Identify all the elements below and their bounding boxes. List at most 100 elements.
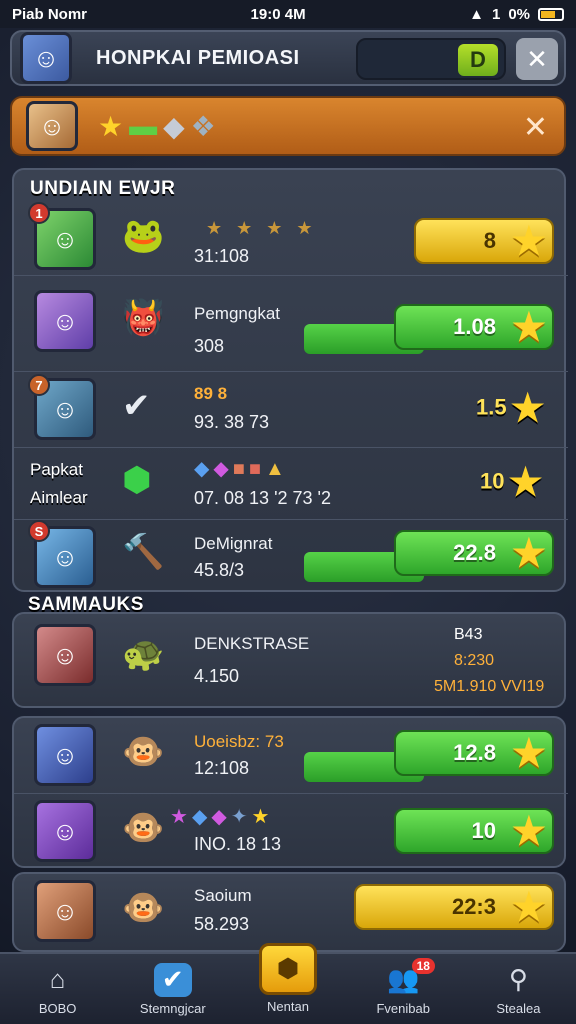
star-icon: ★ xyxy=(508,462,543,504)
gem-icon: ★ xyxy=(170,806,192,828)
stat-mid: 8:230 xyxy=(454,652,495,669)
gem-icon: ■ xyxy=(248,458,265,480)
rank-badge: S xyxy=(28,520,50,542)
score-value[interactable]: 1.5 ★ xyxy=(476,386,545,431)
notification-badge: 18 xyxy=(411,958,435,974)
avatar: ☺ xyxy=(34,880,96,942)
checkmark-icon: ✔ xyxy=(122,387,151,425)
nav-label: Nentan xyxy=(267,998,309,1014)
search-icon: ⚲ xyxy=(508,964,528,994)
banner-close-icon[interactable]: ✕ xyxy=(523,110,548,145)
row-name: DENKSTRASE xyxy=(194,634,310,653)
carrier-label: Piab Nomr xyxy=(12,5,88,23)
mascot-icon: 👹 xyxy=(122,299,165,337)
reward-banner[interactable]: ☺ ★ ▬ ◆ ❖ ✕ xyxy=(10,96,566,156)
star-icon: ★ xyxy=(98,110,124,142)
row-name: Saoium xyxy=(194,886,252,905)
row-value: 07. 08 13 '2 73 '2 xyxy=(194,488,331,508)
gem-icon: ◆ xyxy=(194,458,214,480)
list-item[interactable]: ☺ 👹 Pemgngkat 308 1.08 ★ xyxy=(14,276,568,372)
nav-label: Stealea xyxy=(496,1000,541,1016)
gem-icon: ◆ xyxy=(211,806,231,828)
avatar: ☺ xyxy=(34,290,96,352)
nav-friends[interactable]: 👥 18 Fvenibab xyxy=(346,954,461,1024)
dragon-icon: ❖ xyxy=(190,110,216,142)
status-bar: Piab Nomr 19:0 4M ▲ 1 0% xyxy=(0,0,576,28)
score-value[interactable]: 10 ★ xyxy=(480,460,543,505)
nav-search[interactable]: ⚲ Stealea xyxy=(461,954,576,1024)
rank-badge: 7 xyxy=(28,374,50,396)
close-icon[interactable]: ✕ xyxy=(516,38,558,80)
list-item[interactable]: ☺ S 🔨 DeMignrat 45.8/3 22.8 ★ xyxy=(14,520,568,592)
avatar: ☺ xyxy=(34,724,96,786)
side-label: Aimlear xyxy=(30,488,88,507)
star-icon: ★ xyxy=(511,887,546,929)
nav-label: BOBO xyxy=(38,1000,77,1016)
star-icon: ★ xyxy=(511,533,546,575)
gem-icon: ⬢ xyxy=(122,461,152,499)
score-button[interactable]: 12.8 ★ xyxy=(394,730,554,776)
score-button[interactable]: 10 ★ xyxy=(394,808,554,854)
gem-icon: ◆ xyxy=(213,458,233,480)
side-label: Papkat xyxy=(30,460,83,479)
list-item[interactable]: ☺ 7 ✔ 89 8 93. 38 73 1.5 ★ xyxy=(14,372,568,448)
banner-avatar: ☺ xyxy=(26,101,78,151)
list-item[interactable]: ☺ 🐵 Uoeisbz: 73 12:108 12.8 ★ xyxy=(14,718,568,794)
header-progress-bar: D xyxy=(356,38,506,80)
check-icon: ✔ xyxy=(153,962,192,997)
bottom-nav: ⌂ BOBO ✔ Stemngjcar ⬢ Nentan 👥 18 Fvenib… xyxy=(0,942,576,1024)
page-title: HONPKAI PEMIOASI xyxy=(96,46,300,69)
friends-panel: ☺ 🐵 Uoeisbz: 73 12:108 12.8 ★ ☺ 🐵 ★◆◆✦★ … xyxy=(12,716,568,868)
signal-value: 1 xyxy=(491,5,501,23)
gem-icon: ✦ xyxy=(230,806,252,828)
score-button[interactable]: 22.8 ★ xyxy=(394,530,554,576)
shield-icon: ⬢ xyxy=(259,942,317,995)
progress-cap: D xyxy=(458,44,498,76)
star-icon: ★ xyxy=(511,811,546,853)
gem-row: ◆◆■■▲ xyxy=(194,456,289,481)
signal-icon: ▲ xyxy=(469,5,484,23)
row-value: 93. 38 73 xyxy=(194,412,270,432)
star-icon: ★ xyxy=(511,221,546,263)
row-value: 4.150 xyxy=(194,666,240,686)
row-name: DeMignrat xyxy=(194,534,273,553)
gem-row: ★◆◆✦★ xyxy=(170,804,273,829)
mascot-icon: 🐵 xyxy=(122,889,165,927)
arrow-icon: ▬ xyxy=(129,110,158,141)
bottom-panel[interactable]: ☺ 🐵 Saoium 58.293 22:3 ★ xyxy=(12,872,566,952)
row-value: INO. 18 13 xyxy=(194,834,282,854)
nav-label: Stemngjcar xyxy=(139,1000,206,1016)
star-icon: ★ xyxy=(511,733,546,775)
rating-stars: ★★★★ xyxy=(206,218,327,238)
list-item[interactable]: ☺ 🐢 DENKSTRASE 4.150 B43 8:230 5M1.910 V… xyxy=(14,614,568,706)
gem-icon: ◆ xyxy=(191,806,212,828)
gem-icon: ■ xyxy=(232,458,249,480)
row-name: Uoeisbz: 73 xyxy=(194,732,284,751)
player-avatar[interactable]: ☺ xyxy=(20,32,72,84)
score-button[interactable]: 8 ★ xyxy=(414,218,554,264)
score-button[interactable]: 22:3 ★ xyxy=(354,884,554,930)
summary-panel[interactable]: ☺ 🐢 DENKSTRASE 4.150 B43 8:230 5M1.910 V… xyxy=(12,612,566,708)
nav-tasks[interactable]: ✔ Stemngjcar xyxy=(115,954,230,1024)
nav-main[interactable]: ⬢ Nentan xyxy=(230,942,345,1024)
header-bar: ☺ HONPKAI PEMIOASI D ✕ xyxy=(10,30,566,86)
tool-icon: 🔨 xyxy=(122,533,165,571)
stat-top: B43 xyxy=(454,626,483,643)
row-value: 31:108 xyxy=(194,246,250,266)
mascot-icon: 🐵 xyxy=(122,733,165,771)
row-value: 45.8/3 xyxy=(194,560,245,580)
list-item[interactable]: ⬢ ◆◆■■▲ 07. 08 13 '2 73 '2 10 ★ xyxy=(14,448,568,520)
avatar: ☺ xyxy=(34,800,96,862)
mascot-icon: 🐸 xyxy=(122,217,165,255)
score-button[interactable]: 1.08 ★ xyxy=(394,304,554,350)
home-icon: ⌂ xyxy=(49,964,66,994)
gem-icon: ▲ xyxy=(264,458,289,480)
row-value: 58.293 xyxy=(194,914,250,934)
list-item[interactable]: ☺ 🐵 ★◆◆✦★ INO. 18 13 10 ★ xyxy=(14,794,568,868)
stat-bottom: 5M1.910 VVI19 xyxy=(434,678,545,695)
leaderboard-panel: UNDIAIN EWJR ☺ 1 🐸 ★★★★ 31:108 8 ★ ☺ 👹 P… xyxy=(12,168,568,592)
list-item[interactable]: ☺ 1 🐸 ★★★★ 31:108 8 ★ xyxy=(14,202,568,276)
avatar: ☺ xyxy=(34,624,96,686)
nav-home[interactable]: ⌂ BOBO xyxy=(0,954,115,1024)
list-item[interactable]: ☺ 🐵 Saoium 58.293 22:3 ★ xyxy=(14,874,568,950)
